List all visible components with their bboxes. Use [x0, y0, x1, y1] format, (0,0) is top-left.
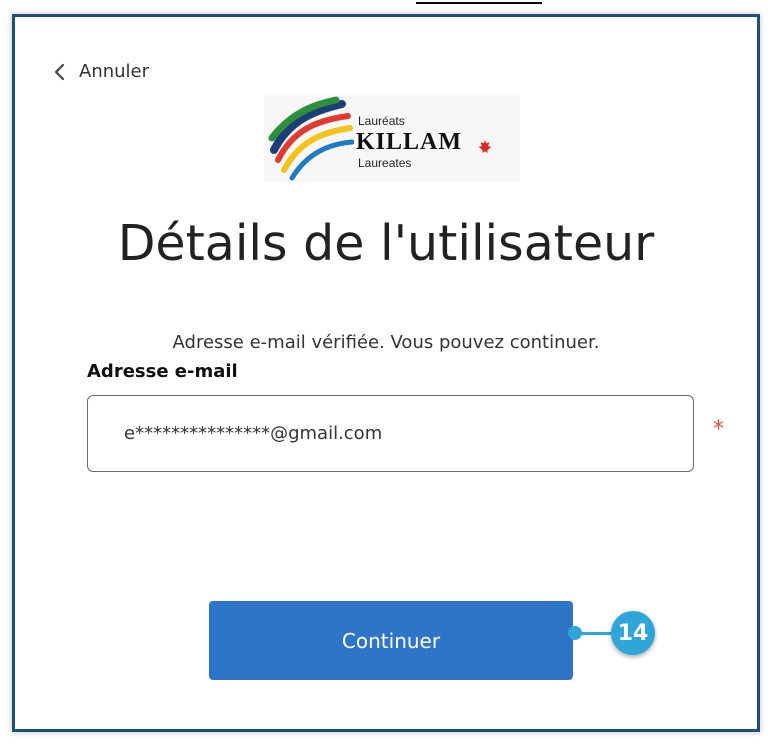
callout-step-badge: 14 [611, 611, 655, 655]
logo-main-text: KILLAM [356, 129, 463, 155]
cancel-label: Annuler [79, 61, 150, 82]
callout-anchor-dot [568, 626, 582, 640]
continue-button[interactable]: Continuer [209, 601, 573, 680]
chevron-left-icon [54, 63, 65, 80]
cancel-link[interactable]: Annuler [51, 61, 149, 82]
top-underline [416, 2, 542, 4]
logo-top-text: Lauréats [358, 114, 405, 128]
maple-leaf-icon [478, 139, 492, 158]
verification-status: Adresse e-mail vérifiée. Vous pouvez con… [172, 332, 600, 353]
logo-graphic-icon [268, 96, 354, 181]
continue-label: Continuer [341, 628, 441, 653]
email-label: Adresse e-mail [87, 361, 238, 382]
logo-bottom-text: Laureates [358, 156, 412, 170]
email-field[interactable]: e***************@gmail.com [87, 395, 694, 472]
page-title: Détails de l'utilisateur [117, 215, 655, 272]
required-indicator: * [713, 417, 724, 442]
killam-logo: Lauréats KILLAM Laureates [264, 94, 520, 182]
email-value: e***************@gmail.com [124, 423, 383, 444]
user-details-dialog: Annuler Lauréats KILLAM Laureates Détail… [12, 14, 760, 732]
